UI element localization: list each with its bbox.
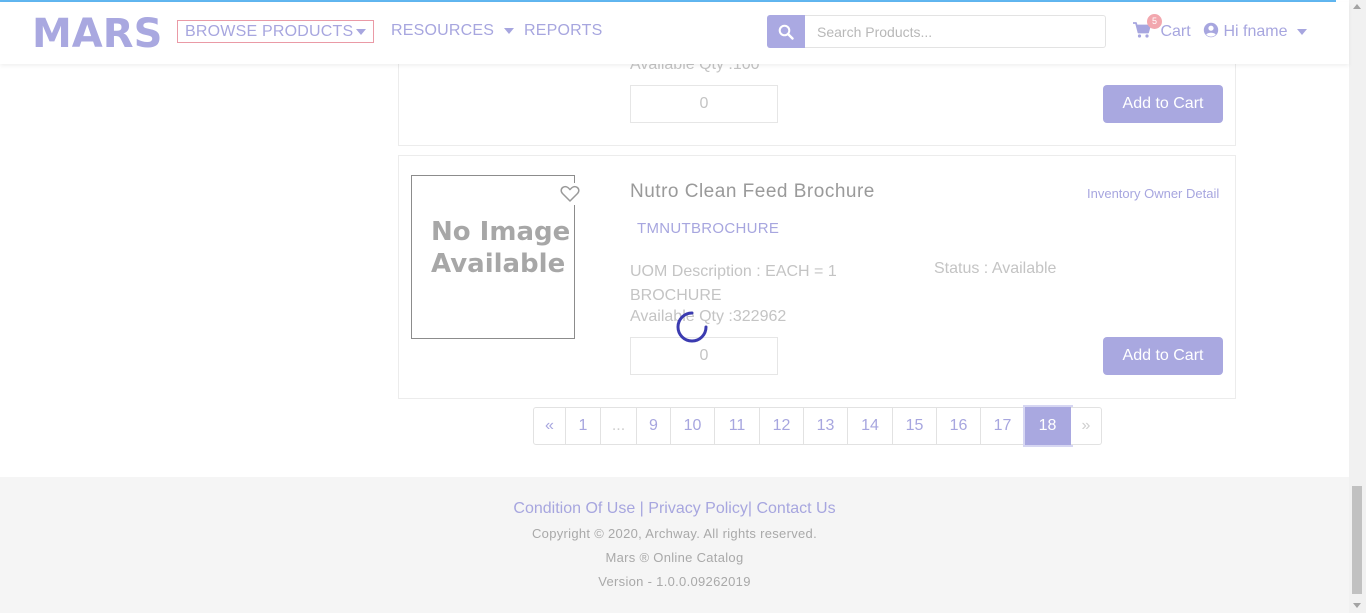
inventory-owner-detail-link[interactable]: Inventory Owner Detail (1087, 186, 1219, 201)
catalog-text: Mars ® Online Catalog (605, 550, 744, 565)
chevron-down-icon (1297, 28, 1308, 35)
user-greeting: Hi fname (1223, 23, 1288, 40)
privacy-policy-link[interactable]: Privacy Policy (648, 500, 748, 517)
product-title[interactable]: Nutro Clean Feed Brochure (630, 181, 875, 203)
mars-logo[interactable]: MARS (32, 11, 162, 57)
add-to-cart-button[interactable]: Add to Cart (1103, 85, 1223, 123)
vertical-scrollbar[interactable] (1349, 0, 1366, 613)
user-menu[interactable]: Hi fname (1203, 22, 1308, 41)
pagination-prev[interactable]: « (533, 407, 566, 445)
copyright-text: Copyright © 2020, Archway. All rights re… (531, 526, 817, 541)
pagination: « 1 ... 9 10 11 12 13 14 15 16 17 18 » (533, 407, 1102, 445)
search-icon (778, 24, 794, 40)
loading-spinner-icon (676, 311, 708, 343)
scroll-down-arrow-icon[interactable] (1353, 603, 1361, 608)
condition-of-use-link[interactable]: Condition Of Use (513, 500, 635, 517)
product-card: No Image Available Nutro Clean Feed Broc… (398, 155, 1236, 399)
page-link[interactable]: 9 (637, 407, 671, 445)
page-link-active[interactable]: 18 (1025, 407, 1071, 445)
scroll-up-arrow-icon[interactable] (1353, 4, 1361, 9)
page-link[interactable]: 16 (937, 407, 981, 445)
page-link[interactable]: 11 (715, 407, 760, 445)
version-text: Version - 1.0.0.09262019 (598, 574, 751, 589)
pagination-next[interactable]: » (1071, 407, 1102, 445)
page-ellipsis: ... (601, 407, 637, 445)
site-header: MARS BROWSE PRODUCTS RESOURCES REPORTS 5… (0, 2, 1349, 64)
cart-count-badge: 5 (1147, 14, 1162, 29)
add-to-cart-button[interactable]: Add to Cart (1103, 337, 1223, 375)
chevron-down-icon (356, 29, 366, 35)
footer-links: Condition Of Use | Privacy Policy| Conta… (0, 500, 1349, 518)
nav-browse-products[interactable]: BROWSE PRODUCTS (177, 20, 374, 43)
contact-us-link[interactable]: Contact Us (756, 500, 835, 517)
nav-resources-label: RESOURCES (391, 22, 495, 39)
no-image-text: No Image Available (431, 217, 571, 279)
page-link[interactable]: 15 (893, 407, 937, 445)
nav-browse-products-label: BROWSE PRODUCTS (185, 23, 354, 40)
cart-label: Cart (1160, 23, 1191, 40)
nav-reports[interactable]: REPORTS (524, 22, 602, 40)
footer-separator: | (635, 500, 649, 517)
page-link[interactable]: 14 (848, 407, 893, 445)
site-footer: Condition Of Use | Privacy Policy| Conta… (0, 477, 1349, 613)
product-status: Status : Available (934, 260, 1057, 277)
cart-link[interactable]: 5 Cart (1133, 14, 1191, 41)
page-link[interactable]: 12 (760, 407, 804, 445)
page-link[interactable]: 13 (804, 407, 848, 445)
search-input[interactable] (805, 15, 1106, 48)
heart-icon[interactable] (557, 183, 583, 205)
search-button[interactable] (767, 15, 805, 48)
user-circle-icon (1203, 22, 1219, 38)
page-link[interactable]: 10 (671, 407, 715, 445)
uom-description: UOM Description : EACH = 1 BROCHURE (630, 263, 837, 304)
scrollbar-thumb[interactable] (1352, 486, 1362, 594)
product-sku: TMNUTBROCHURE (637, 220, 780, 237)
page-link[interactable]: 17 (981, 407, 1025, 445)
chevron-down-icon (504, 27, 515, 34)
quantity-input[interactable]: 0 (630, 85, 778, 123)
nav-resources[interactable]: RESOURCES (391, 22, 515, 40)
page-link[interactable]: 1 (566, 407, 601, 445)
product-image-placeholder: No Image Available (411, 175, 575, 339)
